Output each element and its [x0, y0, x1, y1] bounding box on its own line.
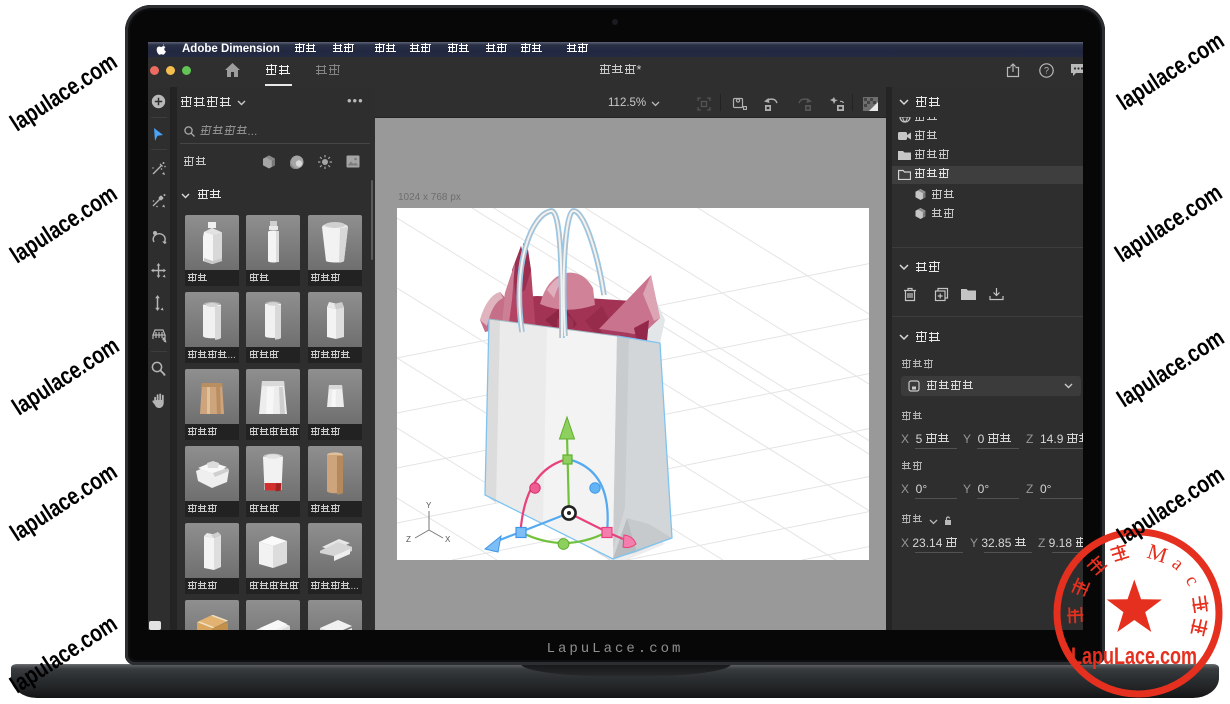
svg-text:Y: Y — [426, 501, 432, 510]
svg-text:?: ? — [1044, 66, 1049, 76]
svg-text:M: M — [1144, 538, 1170, 568]
svg-text:a: a — [1168, 553, 1188, 575]
svg-text:Z: Z — [406, 535, 411, 544]
svg-text:X: X — [445, 535, 451, 544]
svg-text:LapuLace.com: LapuLace.com — [1071, 644, 1197, 670]
svg-text:c: c — [1181, 572, 1203, 590]
